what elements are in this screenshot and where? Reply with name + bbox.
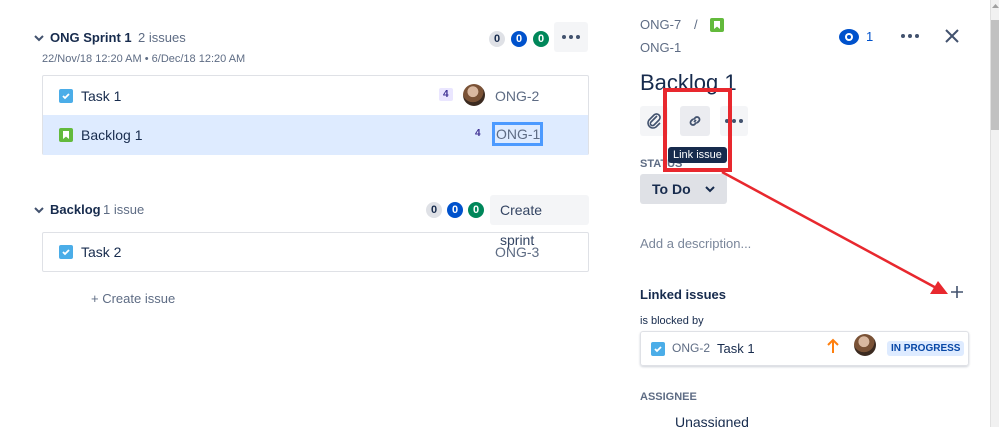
scrollbar-thumb[interactable] <box>991 20 999 130</box>
scrollbar[interactable] <box>990 0 999 427</box>
annotation-arrow <box>721 170 948 294</box>
scroll-up-icon[interactable] <box>991 2 999 10</box>
